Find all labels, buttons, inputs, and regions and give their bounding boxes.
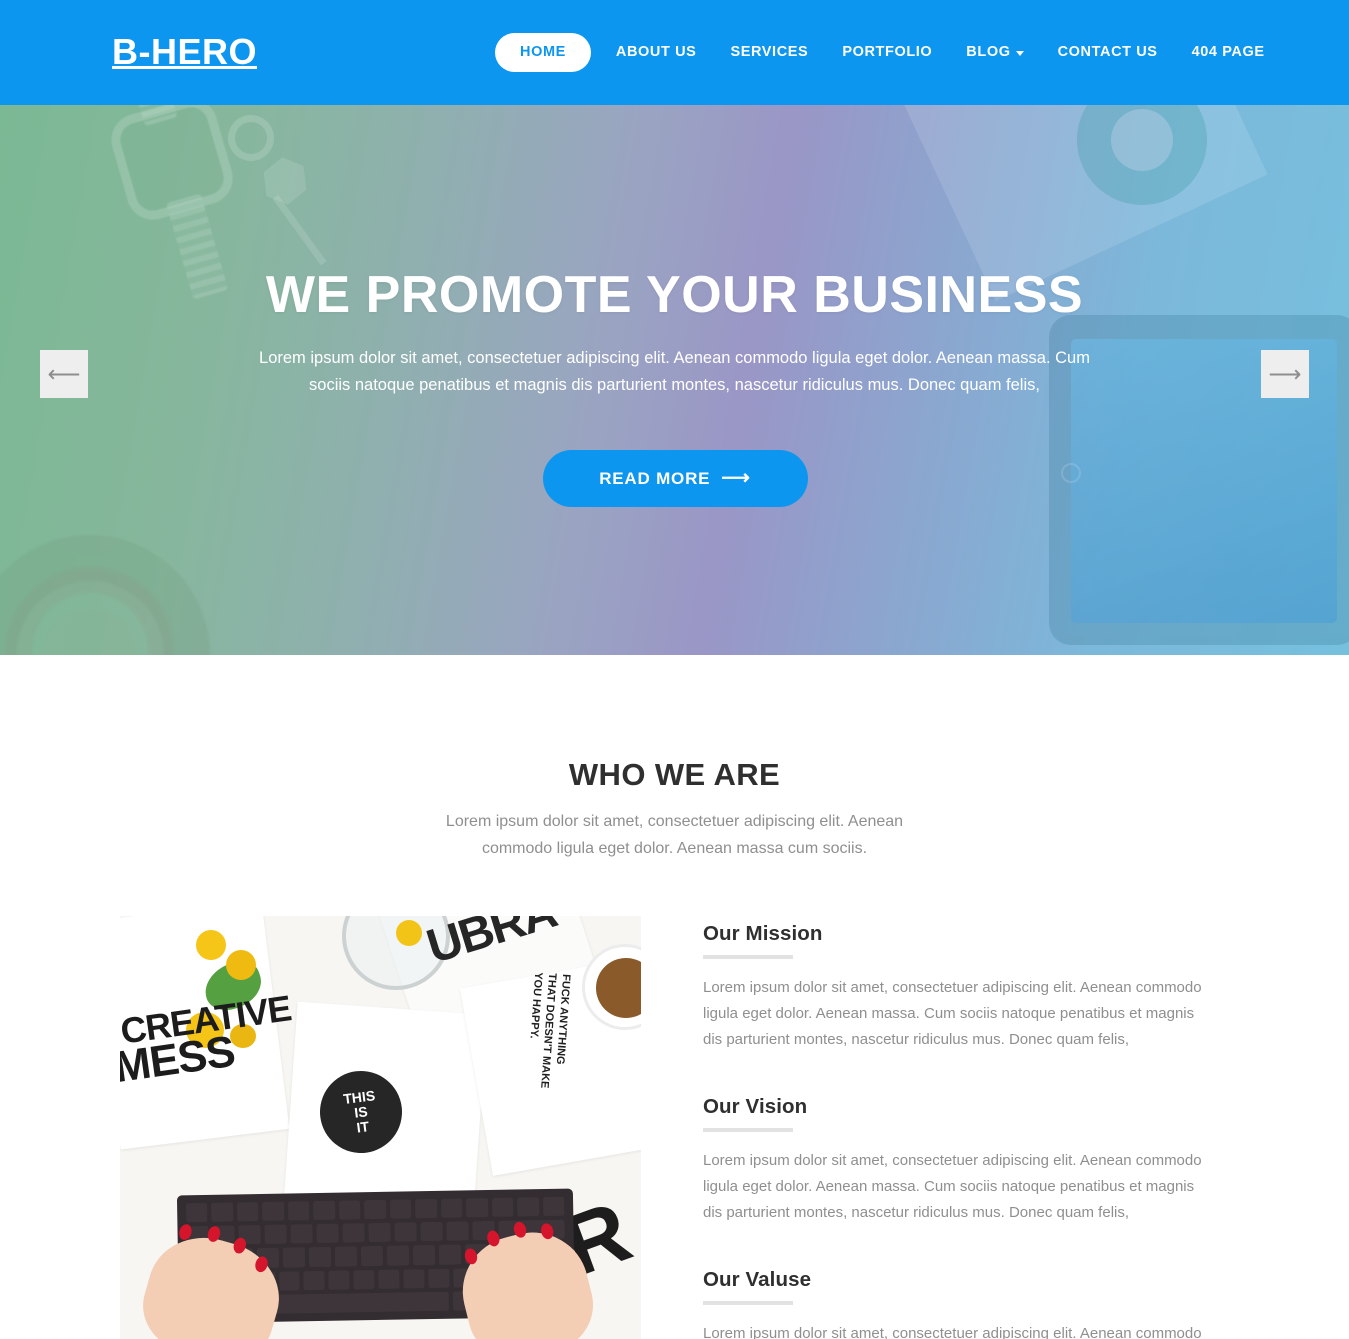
photo-flower [196,930,226,960]
nav-item-portfolio-label: PORTFOLIO [842,44,933,61]
nav-item-about-us-label: ABOUT US [615,44,697,61]
nav-item-portfolio[interactable]: PORTFOLIO [825,45,949,60]
slider-next-button[interactable]: ⟶ [1261,350,1309,398]
about-features-column: Our Mission Lorem ipsum dolor sit amet, … [703,916,1229,1339]
nav-item-contact-us[interactable]: CONTACT US [1041,45,1175,60]
badge-line-3: IT [355,1117,370,1136]
section-subtitle: Lorem ipsum dolor sit amet, consectetuer… [445,813,904,857]
nav-item-services[interactable]: SERVICES [713,45,825,60]
feature-our-vision: Our Vision Lorem ipsum dolor sit amet, c… [703,1093,1229,1226]
hero-subtitle: Lorem ipsum dolor sit amet, consectetuer… [259,349,1090,394]
nav-item-blog-label: BLOG [966,44,1011,61]
nav-item-services-label: SERVICES [730,44,809,61]
feature-our-mission: Our Mission Lorem ipsum dolor sit amet, … [703,920,1229,1053]
nav-item-about-us[interactable]: ABOUT US [599,45,714,60]
photo-quote-text: FUCK ANYTHING THAT DOESN'T MAKE YOU HAPP… [527,971,573,1089]
brand-logo[interactable]: B-HERO [112,28,257,76]
hero-content: WE PROMOTE YOUR BUSINESS Lorem ipsum dol… [0,105,1349,655]
hero-title: WE PROMOTE YOUR BUSINESS [265,266,1084,324]
main-navigation: HOME ABOUT US SERVICES PORTFOLIO BLOG CO… [495,0,1282,105]
nav-item-home-label: HOME [520,44,566,61]
about-grid: CREATIVE MESS UBRA R FUCK ANYTHING THAT … [0,916,1349,1339]
feature-title: Our Valuse [703,1268,812,1291]
read-more-button-label: READ MORE [599,468,711,488]
slider-prev-button[interactable]: ⟵ [40,350,88,398]
feature-title: Our Mission [703,922,823,945]
arrow-right-icon: ⟶ [721,466,751,489]
photo-flower [396,920,422,946]
feature-underline [703,1301,793,1305]
who-we-are-section: WHO WE ARE Lorem ipsum dolor sit amet, c… [0,655,1349,1339]
photo-flower [226,950,256,980]
nav-item-home[interactable]: HOME [495,33,591,72]
feature-title: Our Vision [703,1095,808,1118]
about-photo: CREATIVE MESS UBRA R FUCK ANYTHING THAT … [120,916,641,1339]
hero-slider: ⟵ ⟶ WE PROMOTE YOUR BUSINESS Lorem ipsum… [0,105,1349,655]
nav-item-blog[interactable]: BLOG [949,45,1040,60]
feature-underline [703,1128,793,1132]
read-more-button[interactable]: READ MORE ⟶ [542,450,808,507]
feature-our-values: Our Valuse Lorem ipsum dolor sit amet, c… [703,1266,1229,1339]
chevron-down-icon [1015,51,1024,56]
site-header: B-HERO HOME ABOUT US SERVICES PORTFOLIO … [0,0,1349,105]
nav-item-404-page[interactable]: 404 PAGE [1175,45,1282,60]
feature-body: Lorem ipsum dolor sit amet, consectetuer… [703,1152,1202,1221]
feature-underline [703,955,793,959]
feature-body: Lorem ipsum dolor sit amet, consectetuer… [703,979,1202,1048]
feature-body: Lorem ipsum dolor sit amet, consectetuer… [703,1325,1202,1339]
page-title: WHO WE ARE [568,757,781,792]
nav-item-404-page-label: 404 PAGE [1191,44,1265,61]
arrow-left-icon: ⟵ [47,360,81,387]
nav-item-contact-us-label: CONTACT US [1057,44,1158,61]
arrow-right-icon: ⟶ [1268,360,1302,387]
keyboard-row [186,1196,565,1223]
